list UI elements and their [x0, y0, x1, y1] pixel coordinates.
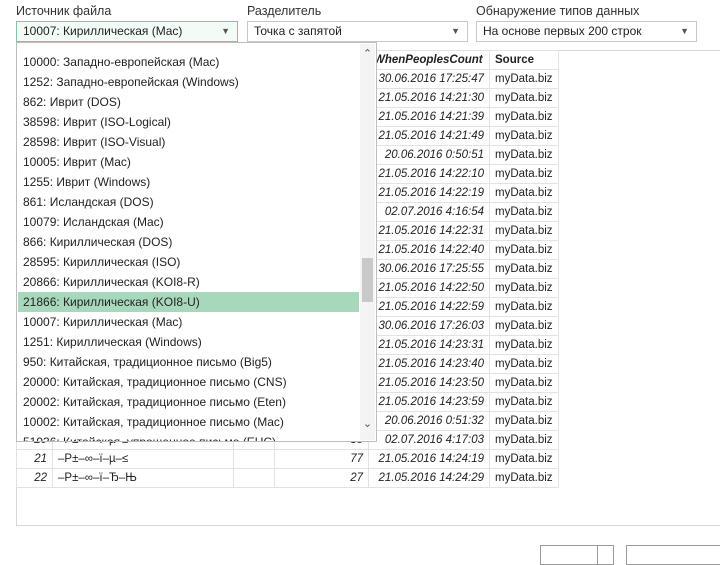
table-cell-source: myData.biz	[489, 69, 559, 89]
dropdown-option[interactable]: 20866: Кириллическая (KOI8-R)	[18, 272, 359, 292]
table-cell-date: 20.06.2016 0:51:32	[368, 411, 490, 431]
table-cell-date: 21.05.2016 14:21:49	[368, 126, 490, 146]
dropdown-option[interactable]: 861: Исландская (DOS)	[18, 192, 359, 212]
table-cell-date: 21.05.2016 14:22:50	[368, 278, 490, 298]
dropdown-option[interactable]: 10079: Исландская (Mac)	[18, 212, 359, 232]
file-origin-label: Источник файла	[16, 4, 112, 18]
table-cell-text: –Р±–∞–ї–µ–≤	[52, 449, 234, 469]
table-cell-date: 21.05.2016 14:22:59	[368, 297, 490, 317]
dropdown-option[interactable]: 28598: Иврит (ISO-Visual)	[18, 132, 359, 152]
table-cell-source: myData.biz	[489, 145, 559, 165]
column-header-source[interactable]: Source	[489, 50, 559, 70]
table-cell-source: myData.biz	[489, 392, 559, 412]
table-cell-value: 27	[274, 468, 369, 488]
dropdown-option[interactable]: 950: Китайская, традиционное письмо (Big…	[18, 352, 359, 372]
table-cell-source: myData.biz	[489, 468, 559, 488]
table-cell-source: myData.biz	[489, 183, 559, 203]
table-cell-date: 21.05.2016 14:21:30	[368, 88, 490, 108]
dropdown-option[interactable]: 10005: Иврит (Mac)	[18, 152, 359, 172]
file-origin-value: 10007: Кириллическая (Mac)	[23, 24, 183, 38]
load-options-button[interactable]	[597, 545, 614, 565]
chevron-up-icon[interactable]: ⌃	[360, 46, 375, 62]
table-cell-source: myData.biz	[489, 335, 559, 355]
table-cell-empty	[233, 468, 275, 488]
dropdown-option[interactable]: 20000: Китайская, традиционное письмо (C…	[18, 372, 359, 392]
table-cell-date: 30.06.2016 17:25:47	[368, 69, 490, 89]
table-cell-source: myData.biz	[489, 88, 559, 108]
table-cell-source: myData.biz	[489, 107, 559, 127]
table-cell-source: myData.biz	[489, 278, 559, 298]
table-cell-date: 20.06.2016 0:50:51	[368, 145, 490, 165]
dropdown-option[interactable]: 10007: Кириллическая (Mac)	[18, 312, 359, 332]
column-header-when-peoples-count[interactable]: WhenPeoplesCount	[368, 50, 490, 70]
table-cell-date: 02.07.2016 4:17:03	[368, 430, 490, 450]
file-origin-dropdown-list[interactable]: 10000: Западно-европейская (Mac) 1252: За…	[16, 42, 377, 442]
table-cell-date: 21.05.2016 14:22:40	[368, 240, 490, 260]
dropdown-option[interactable]: 51936: Китайская, упрощенное письмо (EUC…	[18, 432, 359, 441]
type-detection-value: На основе первых 200 строк	[483, 24, 642, 38]
dropdown-option[interactable]: 10000: Западно-европейская (Mac)	[18, 52, 359, 72]
dropdown-option[interactable]: 866: Кириллическая (DOS)	[18, 232, 359, 252]
table-cell-source: myData.biz	[489, 354, 559, 374]
table-cell-empty	[233, 449, 275, 469]
table-cell-source: myData.biz	[489, 259, 559, 279]
table-cell-date: 21.05.2016 14:23:31	[368, 335, 490, 355]
row-number: 22	[16, 468, 53, 488]
table-cell-source: myData.biz	[489, 449, 559, 469]
edit-button[interactable]	[626, 545, 720, 565]
table-cell-source: myData.biz	[489, 297, 559, 317]
delimiter-label: Разделитель	[247, 4, 322, 18]
table-cell-source: myData.biz	[489, 164, 559, 184]
table-cell-date: 21.05.2016 14:24:19	[368, 449, 490, 469]
table-cell-date: 21.05.2016 14:23:40	[368, 354, 490, 374]
dropdown-option[interactable]: 1252: Западно-европейская (Windows)	[18, 72, 359, 92]
table-cell-source: myData.biz	[489, 126, 559, 146]
table-cell-text: –Р±–∞–ї–Ђ–Њ	[52, 468, 234, 488]
dropdown-option[interactable]: 1255: Иврит (Windows)	[18, 172, 359, 192]
row-number: 21	[16, 449, 53, 469]
table-cell-source: myData.biz	[489, 430, 559, 450]
chevron-down-icon: ▼	[221, 26, 230, 36]
dropdown-option[interactable]: 38598: Иврит (ISO-Logical)	[18, 112, 359, 132]
scrollbar-thumb[interactable]	[362, 258, 373, 302]
dropdown-option[interactable]: 20002: Китайская, традиционное письмо (E…	[18, 392, 359, 412]
type-detection-select[interactable]: На основе первых 200 строк ▼	[476, 21, 697, 42]
chevron-down-icon: ▼	[680, 26, 689, 36]
table-cell-source: myData.biz	[489, 202, 559, 222]
dropdown-option[interactable]: 28595: Кириллическая (ISO)	[18, 252, 359, 272]
table-cell-source: myData.biz	[489, 373, 559, 393]
table-cell-source: myData.biz	[489, 221, 559, 241]
dropdown-option[interactable]: 862: Иврит (DOS)	[18, 92, 359, 112]
dropdown-option[interactable]: 10002: Китайская, традиционное письмо (M…	[18, 412, 359, 432]
file-origin-select[interactable]: 10007: Кириллическая (Mac) ▼	[16, 21, 238, 42]
table-cell-date: 21.05.2016 14:21:39	[368, 107, 490, 127]
table-cell-date: 21.05.2016 14:23:50	[368, 373, 490, 393]
table-cell-date: 21.05.2016 14:22:31	[368, 221, 490, 241]
table-cell-source: myData.biz	[489, 240, 559, 260]
table-cell-source: myData.biz	[489, 411, 559, 431]
table-row: 22 –Р±–∞–ї–Ђ–Њ 27 21.05.2016 14:24:29 myData…	[16, 468, 559, 488]
delimiter-value: Точка с запятой	[254, 24, 342, 38]
dropdown-option[interactable]: 1251: Кириллическая (Windows)	[18, 332, 359, 352]
table-cell-date: 30.06.2016 17:26:03	[368, 316, 490, 336]
dropdown-scrollbar[interactable]: ⌃ ⌄	[360, 44, 375, 440]
table-cell-date: 30.06.2016 17:25:55	[368, 259, 490, 279]
table-cell-date: 21.05.2016 14:23:59	[368, 392, 490, 412]
table-cell-date: 21.05.2016 14:24:29	[368, 468, 490, 488]
delimiter-select[interactable]: Точка с запятой ▼	[247, 21, 468, 42]
dropdown-option[interactable]: 21866: Кириллическая (KOI8-U)	[18, 292, 359, 312]
chevron-down-icon[interactable]: ⌄	[360, 416, 375, 432]
type-detection-label: Обнаружение типов данных	[476, 4, 640, 18]
chevron-down-icon: ▼	[451, 26, 460, 36]
table-row: 21 –Р±–∞–ї–µ–≤ 77 21.05.2016 14:24:19 myData…	[16, 449, 559, 469]
table-cell-date: 21.05.2016 14:22:10	[368, 164, 490, 184]
table-cell-source: myData.biz	[489, 316, 559, 336]
table-cell-value: 77	[274, 449, 369, 469]
table-cell-date: 02.07.2016 4:16:54	[368, 202, 490, 222]
table-cell-date: 21.05.2016 14:22:19	[368, 183, 490, 203]
